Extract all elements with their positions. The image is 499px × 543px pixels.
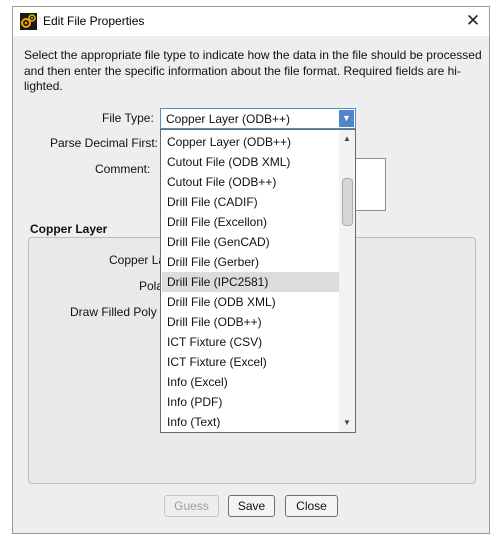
list-item[interactable]: Drill File (CADIF)	[162, 192, 340, 212]
scroll-down-icon[interactable]: ▼	[339, 416, 355, 430]
list-item[interactable]: Drill File (Excellon)	[162, 212, 340, 232]
scroll-up-icon[interactable]: ▲	[339, 132, 355, 146]
scrollbar-thumb[interactable]	[342, 178, 353, 226]
list-item[interactable]: Drill File (ODB XML)	[162, 292, 340, 312]
file-type-selected-value: Copper Layer (ODB++)	[166, 112, 291, 126]
close-button[interactable]: Close	[285, 495, 338, 517]
list-item[interactable]: Info (Excel)	[162, 372, 340, 392]
list-item[interactable]: Drill File (GenCAD)	[162, 232, 340, 252]
save-button[interactable]: Save	[228, 495, 275, 517]
list-item[interactable]: Info (PDF)	[162, 392, 340, 412]
edit-file-properties-dialog: Edit File Properties ✕ Select the approp…	[12, 6, 490, 534]
draw-filled-poly-label: Draw Filled Poly I	[70, 305, 164, 319]
file-type-select[interactable]: Copper Layer (ODB++) ▼	[160, 108, 356, 129]
parse-decimal-first-label: Parse Decimal First:	[50, 136, 159, 150]
list-item[interactable]: ICT Fixture (CSV)	[162, 332, 340, 352]
comment-label: Comment:	[95, 162, 151, 176]
instructions-text: Select the appropriate file type to indi…	[24, 48, 482, 93]
list-item[interactable]: Cutout File (ODB XML)	[162, 152, 340, 172]
window-title: Edit File Properties	[43, 14, 145, 28]
app-gear-icon	[20, 13, 37, 30]
file-type-dropdown-list[interactable]: Copper Layer (ODB++) Cutout File (ODB XM…	[160, 129, 356, 433]
list-item[interactable]: Cutout File (ODB++)	[162, 172, 340, 192]
list-item[interactable]: Copper Layer (ODB++)	[162, 132, 340, 152]
close-icon[interactable]: ✕	[463, 10, 483, 32]
copper-layer-section-title: Copper Layer	[30, 222, 108, 236]
dropdown-scrollbar[interactable]: ▲ ▼	[339, 130, 355, 432]
list-item[interactable]: Info (Text)	[162, 412, 340, 432]
copper-layer-label: Copper La	[109, 253, 166, 267]
guess-button[interactable]: Guess	[164, 495, 219, 517]
chevron-down-icon[interactable]: ▼	[339, 110, 354, 127]
title-bar: Edit File Properties ✕	[13, 7, 489, 36]
list-item-highlighted[interactable]: Drill File (IPC2581)	[162, 272, 340, 292]
list-item[interactable]: ICT Fixture (Excel)	[162, 352, 340, 372]
list-item[interactable]: Drill File (Gerber)	[162, 252, 340, 272]
file-type-label: File Type:	[102, 111, 154, 125]
list-item[interactable]: Drill File (ODB++)	[162, 312, 340, 332]
